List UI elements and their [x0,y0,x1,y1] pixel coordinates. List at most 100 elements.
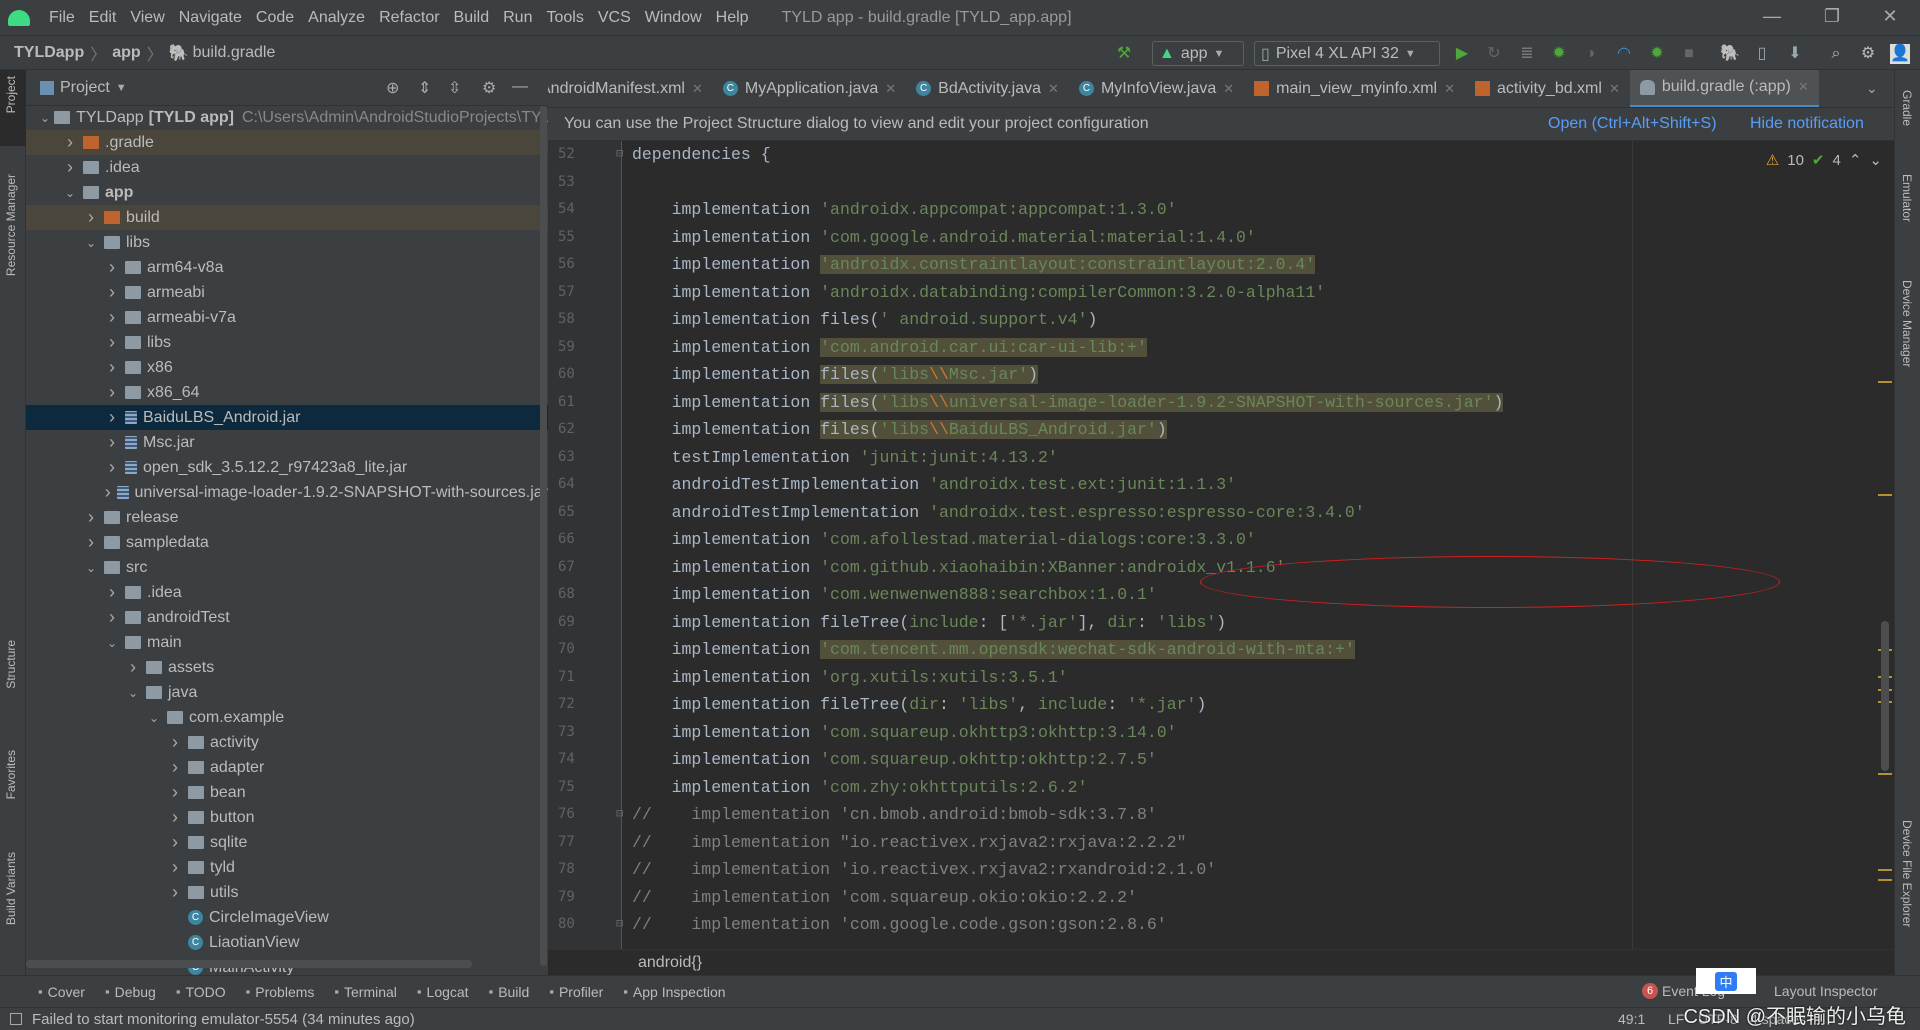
hide-panel-icon[interactable]: — [512,78,528,96]
close-tab-icon[interactable]: ✕ [692,81,703,97]
menu-window[interactable]: Window [638,9,709,27]
gear-icon[interactable]: ⚙ [1858,44,1878,64]
avatar[interactable]: 👤 [1890,44,1910,64]
profiler-tool-button[interactable]: ▪ Profiler [549,984,603,1000]
fold-marker-icon[interactable]: ⊟ [616,911,623,938]
chevron-down-icon[interactable]: ⌄ [40,111,50,125]
chevron-right-icon[interactable]: › [103,332,121,353]
menu-vcs[interactable]: VCS [591,9,638,27]
debug-tool-button[interactable]: ▪ Debug [105,984,156,1000]
chevron-right-icon[interactable]: › [103,382,121,403]
caret-position[interactable]: 49:1 [1618,1011,1645,1027]
chevron-right-icon[interactable]: › [82,507,100,528]
chevron-right-icon[interactable]: › [166,757,184,778]
code-editor[interactable]: 52 53 54 55 56 57 58 59 60 61 62 63 64 65 66 67 68 69 70 71… [548,141,1894,949]
stop-icon[interactable]: ■ [1679,44,1699,64]
gradle-tool-button[interactable]: Gradle [1900,90,1914,126]
hide-notification-link[interactable]: Hide notification [1750,115,1864,133]
close-tab-icon[interactable]: ✕ [1444,81,1455,97]
gradle-sync-icon[interactable]: 🐘 [1720,44,1740,64]
chevron-right-icon[interactable]: › [82,532,100,553]
menu-code[interactable]: Code [249,9,301,27]
next-highlight-icon[interactable]: ⌄ [1869,151,1882,169]
tree-item[interactable]: › BaiduLBS_Android.jar [26,405,548,430]
expand-all-icon[interactable]: ⇕ [418,78,431,98]
tree-item[interactable]: › sqlite [26,830,548,855]
chevron-right-icon[interactable]: › [103,282,121,303]
tree-item[interactable]: C LiaotianView [26,930,548,955]
apply-code-changes-icon[interactable]: ≣ [1517,44,1537,64]
device-file-explorer-tool-button[interactable]: Device File Explorer [1900,820,1914,927]
run-config-dropdown[interactable]: ▲ app ▼ [1152,41,1244,66]
build-variants-tool-button[interactable]: Build Variants [4,852,18,925]
close-tab-icon[interactable]: ✕ [885,81,896,97]
todo-tool-button[interactable]: ▪ TODO [176,984,226,1000]
menu-file[interactable]: File [42,9,82,27]
device-manager-tool-button[interactable]: Device Manager [1900,280,1914,367]
toggle-tool-windows-icon[interactable] [10,1013,22,1025]
chevron-right-icon[interactable]: › [166,882,184,903]
close-tab-icon[interactable]: ✕ [1223,81,1234,97]
tree-item[interactable]: › armeabi-v7a [26,305,548,330]
tree-item[interactable]: ⌄ app [26,180,548,205]
tree-item[interactable]: ⌄ TYLDapp [TYLD app] C:\Users\Admin\Android… [26,105,548,130]
tree-item[interactable]: › button [26,805,548,830]
chevron-down-icon[interactable]: ⌄ [103,636,121,650]
breadcrumb-file[interactable]: build.gradle [193,44,276,62]
menu-analyze[interactable]: Analyze [301,9,372,27]
tree-item[interactable]: › armeabi [26,280,548,305]
editor-vertical-scrollbar[interactable] [1881,621,1889,771]
chevron-right-icon[interactable]: › [82,207,100,228]
menu-view[interactable]: View [123,9,171,27]
chevron-right-icon[interactable]: › [103,432,121,453]
tab-activity-bd-xml[interactable]: activity_bd.xml ✕ [1465,70,1630,107]
tree-item[interactable]: › sampledata [26,530,548,555]
profile-icon[interactable]: ◠ [1614,44,1634,64]
collapse-all-icon[interactable]: ⇳ [448,78,461,98]
chevron-down-icon[interactable]: ⌄ [124,686,142,700]
chevron-down-icon[interactable]: ⌄ [82,236,100,250]
previous-highlight-icon[interactable]: ⌃ [1849,151,1862,169]
apply-changes-icon[interactable]: ↻ [1484,44,1504,64]
chevron-down-icon[interactable]: ⌄ [145,711,163,725]
editor-breadcrumb[interactable]: android{} [548,949,1894,975]
chevron-right-icon[interactable]: › [124,657,142,678]
device-dropdown[interactable]: ▯ Pixel 4 XL API 32 ▼ [1254,41,1440,66]
tab-bdactivity-java[interactable]: C BdActivity.java ✕ [906,70,1069,107]
cover-tool-button[interactable]: ▪ Cover [38,984,85,1000]
tree-item[interactable]: › bean [26,780,548,805]
chevron-right-icon[interactable]: › [103,457,121,478]
open-project-structure-link[interactable]: Open (Ctrl+Alt+Shift+S) [1548,115,1717,133]
status-message[interactable]: Failed to start monitoring emulator-5554… [32,1011,415,1028]
close-tab-icon[interactable]: ✕ [1609,81,1620,97]
problems-tool-button[interactable]: ▪ Problems [246,984,315,1000]
tab-main-view-myinfo-xml[interactable]: main_view_myinfo.xml ✕ [1244,70,1465,107]
tab-androidmanifest-xml[interactable]: AndroidManifest.xml ✕ [548,70,713,107]
project-tool-button[interactable]: Project [4,76,18,113]
chevron-right-icon[interactable]: › [166,807,184,828]
tree-item[interactable]: › assets [26,655,548,680]
tab-build-gradle-app-[interactable]: build.gradle (:app) ✕ [1629,70,1819,107]
chevron-right-icon[interactable]: › [166,832,184,853]
fold-marker-icon[interactable]: ⊟ [616,141,623,168]
chevron-right-icon[interactable]: › [103,357,121,378]
chevron-down-icon[interactable]: ⌄ [82,561,100,575]
tree-item[interactable]: ⌄ com.example [26,705,548,730]
build-tool-button[interactable]: ▪ Build [489,984,530,1000]
debug-icon[interactable]: ✹ [1549,44,1569,64]
menu-edit[interactable]: Edit [82,9,124,27]
menu-build[interactable]: Build [447,9,497,27]
chevron-right-icon[interactable]: › [166,857,184,878]
gear-icon[interactable]: ⚙ [482,78,496,98]
tree-item[interactable]: C CircleImageView [26,905,548,930]
chevron-down-icon[interactable]: ⌄ [61,186,79,200]
tree-item[interactable]: › .idea [26,155,548,180]
locate-file-icon[interactable]: ⊕ [386,78,399,98]
app-inspection-tool-button[interactable]: ▪ App Inspection [623,984,725,1000]
tree-item[interactable]: › .idea [26,580,548,605]
tree-item[interactable]: ⌄ libs [26,230,548,255]
tree-item[interactable]: ⌄ src [26,555,548,580]
coverage-icon[interactable]: ◗ [1582,44,1602,64]
structure-tool-button[interactable]: Structure [4,640,18,689]
layout-inspector-button[interactable]: Layout Inspector [1774,983,1878,999]
